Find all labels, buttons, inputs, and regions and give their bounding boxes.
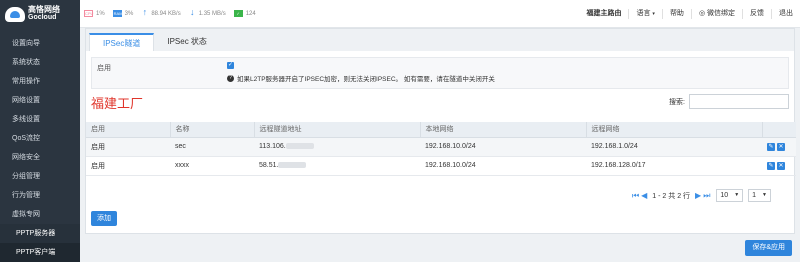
cell-name: sec [170, 137, 254, 157]
brand-logo[interactable]: 高恪网络 Gocloud [0, 0, 80, 28]
cell-remote-address: 113.106. [254, 137, 420, 157]
cpu-value: 1% [96, 10, 105, 17]
search-label: 搜索: [669, 98, 685, 106]
cell-enabled: 启用 [86, 137, 170, 157]
brand-name-cn: 高恪网络 [28, 5, 60, 14]
chevron-down-icon: ▾ [652, 11, 655, 17]
table-row: 启用 sec 113.106. 192.168.10.0/24 192.168.… [86, 137, 796, 157]
cpu-icon: CPU [84, 10, 94, 17]
col-header-actions [762, 122, 796, 138]
sidebar-item-vpn[interactable]: 虚拟专网 [0, 205, 80, 224]
enable-hint: ? 如果L2TP服务器开启了IPSEC加密，则无法关闭IPSEC。 如有需要，请… [227, 73, 495, 83]
language-menu[interactable]: 语言 ▾ [628, 9, 661, 19]
sidebar: 高恪网络 Gocloud 设置向导 系统状态 常用操作 网络设置 多线设置 Qo… [0, 0, 80, 262]
sidebar-item-setup-wizard[interactable]: 设置向导 [0, 34, 80, 53]
edit-icon[interactable]: ✎ [767, 161, 775, 170]
site-title: 福建工厂 [91, 97, 144, 112]
chevron-down-icon: ▼ [734, 192, 740, 198]
connection-count: ✓ 124 [233, 10, 256, 17]
page-number-select[interactable]: 1 ▼ [748, 189, 771, 202]
sidebar-item-multi-wan[interactable]: 多线设置 [0, 110, 80, 129]
memory-value: 3% [124, 10, 134, 17]
memory-usage: RAM 3% [112, 10, 134, 17]
sidebar-item-system-status[interactable]: 系统状态 [0, 53, 80, 72]
enable-label: 启用 [97, 65, 111, 72]
question-icon: ? [227, 74, 234, 82]
cell-local-network: 192.168.10.0/24 [420, 156, 586, 176]
delete-icon[interactable]: ✕ [777, 142, 785, 151]
enable-checkbox[interactable]: ✓ [227, 62, 234, 69]
redacted-mask [285, 143, 314, 150]
page-info: 1 - 2 共 2 行 [652, 192, 691, 200]
sidebar-item-network-security[interactable]: 网络安全 [0, 148, 80, 167]
cell-local-network: 192.168.10.0/24 [420, 137, 586, 157]
upload-speed: ↑ 88.94 KB/s [141, 7, 181, 17]
sidebar-item-network-settings[interactable]: 网络设置 [0, 91, 80, 110]
delete-icon[interactable]: ✕ [777, 161, 785, 170]
sidebar-subitem-pptp-client[interactable]: PPTP客户端 [0, 243, 80, 262]
sidebar-item-common-ops[interactable]: 常用操作 [0, 72, 80, 91]
brand-name-en: Gocloud [28, 14, 57, 21]
col-header-enabled[interactable]: 启用 [86, 122, 171, 138]
table-row: 启用 xxxx 58.51. 192.168.10.0/24 192.168.1… [86, 156, 796, 176]
table-header-row: 启用 名称 远程隧道地址 本地网络 远程网络 [86, 122, 796, 138]
top-actions: 福建主路由 语言 ▾ 帮助 ◎ 微信绑定 反馈 退出 [579, 0, 800, 28]
feedback-link[interactable]: 反馈 [742, 9, 771, 19]
col-header-local-network[interactable]: 本地网络 [420, 122, 587, 138]
memory-icon: RAM [112, 10, 123, 17]
pagination: ⏮ ◀ 1 - 2 共 2 行 ▶ ⏭ 10 ▼ 1 ▼ [631, 189, 771, 202]
sidebar-nav: 设置向导 系统状态 常用操作 网络设置 多线设置 QoS流控 网络安全 分组管理… [0, 28, 80, 262]
redacted-mask [278, 162, 307, 169]
router-name: 福建主路由 [586, 10, 622, 17]
title-row: 福建工厂 搜索: [86, 89, 794, 115]
cell-name: xxxx [170, 156, 254, 176]
col-header-name[interactable]: 名称 [170, 122, 255, 138]
top-bar: CPU 1% RAM 3% ↑ 88.94 KB/s ↓ 1.35 MB/s ✓… [80, 0, 800, 28]
cell-remote-network: 192.168.128.0/17 [586, 156, 762, 176]
sidebar-subitem-pptp-server[interactable]: PPTP服务器 [0, 224, 80, 243]
upload-value: 88.94 KB/s [151, 10, 181, 17]
connections-value: 124 [245, 10, 256, 17]
sidebar-item-group-management[interactable]: 分组管理 [0, 167, 80, 186]
page-size-select[interactable]: 10 ▼ [716, 189, 744, 202]
sidebar-item-qos[interactable]: QoS流控 [0, 129, 80, 148]
cloud-logo-icon [5, 6, 25, 22]
cell-enabled: 启用 [86, 156, 170, 176]
cpu-usage: CPU 1% [84, 10, 105, 17]
download-speed: ↓ 1.35 MB/s [189, 7, 226, 17]
wechat-bind-link[interactable]: ◎ 微信绑定 [690, 9, 742, 19]
save-apply-button[interactable]: 保存&应用 [745, 240, 792, 256]
first-page-icon[interactable]: ⏮ [632, 191, 639, 201]
cell-actions: ✎ ✕ [762, 137, 796, 157]
cell-actions: ✎ ✕ [762, 156, 796, 176]
download-value: 1.35 MB/s [198, 10, 226, 17]
search-box: 搜索: [669, 94, 789, 109]
search-input[interactable] [689, 94, 789, 109]
chevron-down-icon: ▼ [762, 192, 767, 198]
connections-icon: ✓ [233, 10, 243, 17]
col-header-remote-address[interactable]: 远程隧道地址 [254, 122, 421, 138]
logout-link[interactable]: 退出 [771, 9, 800, 19]
sidebar-item-behavior-management[interactable]: 行为管理 [0, 186, 80, 205]
add-button[interactable]: 添加 [91, 211, 117, 226]
enable-hint-text: 如果L2TP服务器开启了IPSEC加密，则无法关闭IPSEC。 如有需要，请在隧… [237, 76, 495, 83]
col-header-remote-network[interactable]: 远程网络 [586, 122, 763, 138]
last-page-icon[interactable]: ⏭ [703, 191, 710, 201]
download-arrow-icon: ↓ [189, 7, 195, 17]
tab-ipsec-tunnel[interactable]: IPSec隧道 [89, 33, 155, 51]
edit-icon[interactable]: ✎ [767, 142, 775, 151]
enable-section: 启用 ✓ ? 如果L2TP服务器开启了IPSEC加密，则无法关闭IPSEC。 如… [91, 57, 789, 89]
upload-arrow-icon: ↑ [142, 7, 148, 17]
wechat-icon: ◎ [698, 10, 706, 17]
tunnel-table: 启用 名称 远程隧道地址 本地网络 远程网络 启用 sec 113.106. 1… [86, 122, 796, 176]
cell-remote-address: 58.51. [254, 156, 420, 176]
next-page-icon[interactable]: ▶ [695, 191, 701, 200]
tab-bar: IPSec隧道 IPSec 状态 [86, 29, 794, 51]
tab-ipsec-status[interactable]: IPSec 状态 [154, 33, 220, 51]
main-panel: IPSec隧道 IPSec 状态 启用 ✓ ? 如果L2TP服务器开启了IPSE… [85, 28, 796, 234]
prev-page-icon[interactable]: ◀ [641, 191, 647, 200]
help-link[interactable]: 帮助 [661, 9, 691, 19]
cell-remote-network: 192.168.1.0/24 [586, 137, 762, 157]
